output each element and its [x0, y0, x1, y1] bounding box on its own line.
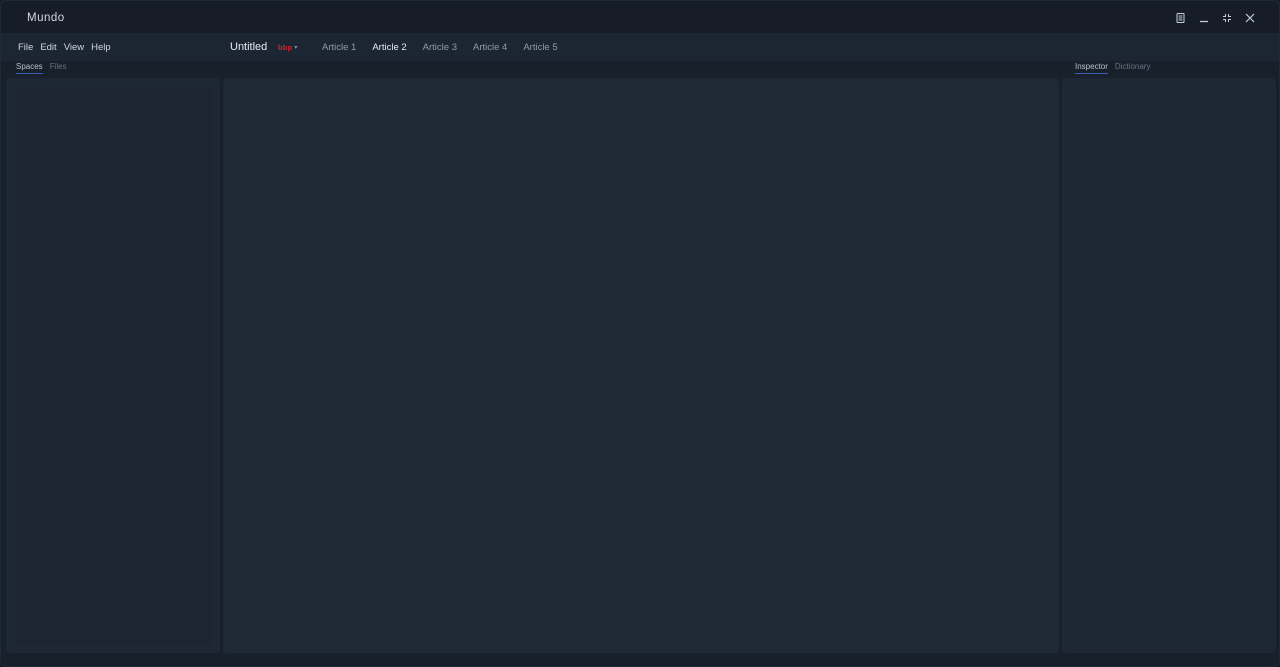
- app-title: Mundo: [27, 12, 65, 24]
- document-badge-dropdown[interactable]: bbp ▾: [278, 43, 297, 52]
- tab-article-1[interactable]: Article 1: [322, 42, 356, 53]
- spaces-list[interactable]: [15, 89, 212, 645]
- minimize-icon[interactable]: [1192, 9, 1215, 26]
- left-sidebar-panel: [6, 78, 220, 653]
- app-window: Mundo File Edit View Help Untitled bbp ▾…: [0, 0, 1280, 667]
- fullscreen-icon[interactable]: [1215, 9, 1238, 26]
- document-title[interactable]: Untitled: [230, 41, 267, 53]
- document-icon[interactable]: [1169, 9, 1192, 26]
- tab-article-3[interactable]: Article 3: [423, 42, 457, 53]
- editor-area[interactable]: [223, 78, 1059, 653]
- menu-bar: File Edit View Help: [18, 42, 111, 53]
- chevron-down-icon: ▾: [294, 45, 298, 51]
- tab-inspector[interactable]: Inspector: [1075, 62, 1108, 74]
- document-badge: bbp: [278, 43, 293, 52]
- left-sidebar-tabs: Spaces Files: [16, 62, 67, 74]
- menu-help[interactable]: Help: [91, 42, 111, 53]
- toolbar: File Edit View Help Untitled bbp ▾ Artic…: [1, 34, 1279, 61]
- tab-article-4[interactable]: Article 4: [473, 42, 507, 53]
- article-tabs: Article 1 Article 2 Article 3 Article 4 …: [322, 42, 558, 53]
- title-bar[interactable]: Mundo: [1, 1, 1279, 34]
- tab-article-5[interactable]: Article 5: [523, 42, 557, 53]
- right-sidebar-panel: [1062, 78, 1276, 653]
- tab-dictionary[interactable]: Dictionary: [1115, 62, 1151, 74]
- tab-spaces[interactable]: Spaces: [16, 62, 43, 74]
- window-controls: [1169, 9, 1261, 26]
- right-sidebar-tabs: Inspector Dictionary: [1075, 62, 1150, 74]
- menu-edit[interactable]: Edit: [40, 42, 56, 53]
- menu-view[interactable]: View: [64, 42, 84, 53]
- tab-article-2[interactable]: Article 2: [372, 42, 406, 53]
- menu-file[interactable]: File: [18, 42, 33, 53]
- tab-files[interactable]: Files: [50, 62, 67, 74]
- close-icon[interactable]: [1238, 9, 1261, 26]
